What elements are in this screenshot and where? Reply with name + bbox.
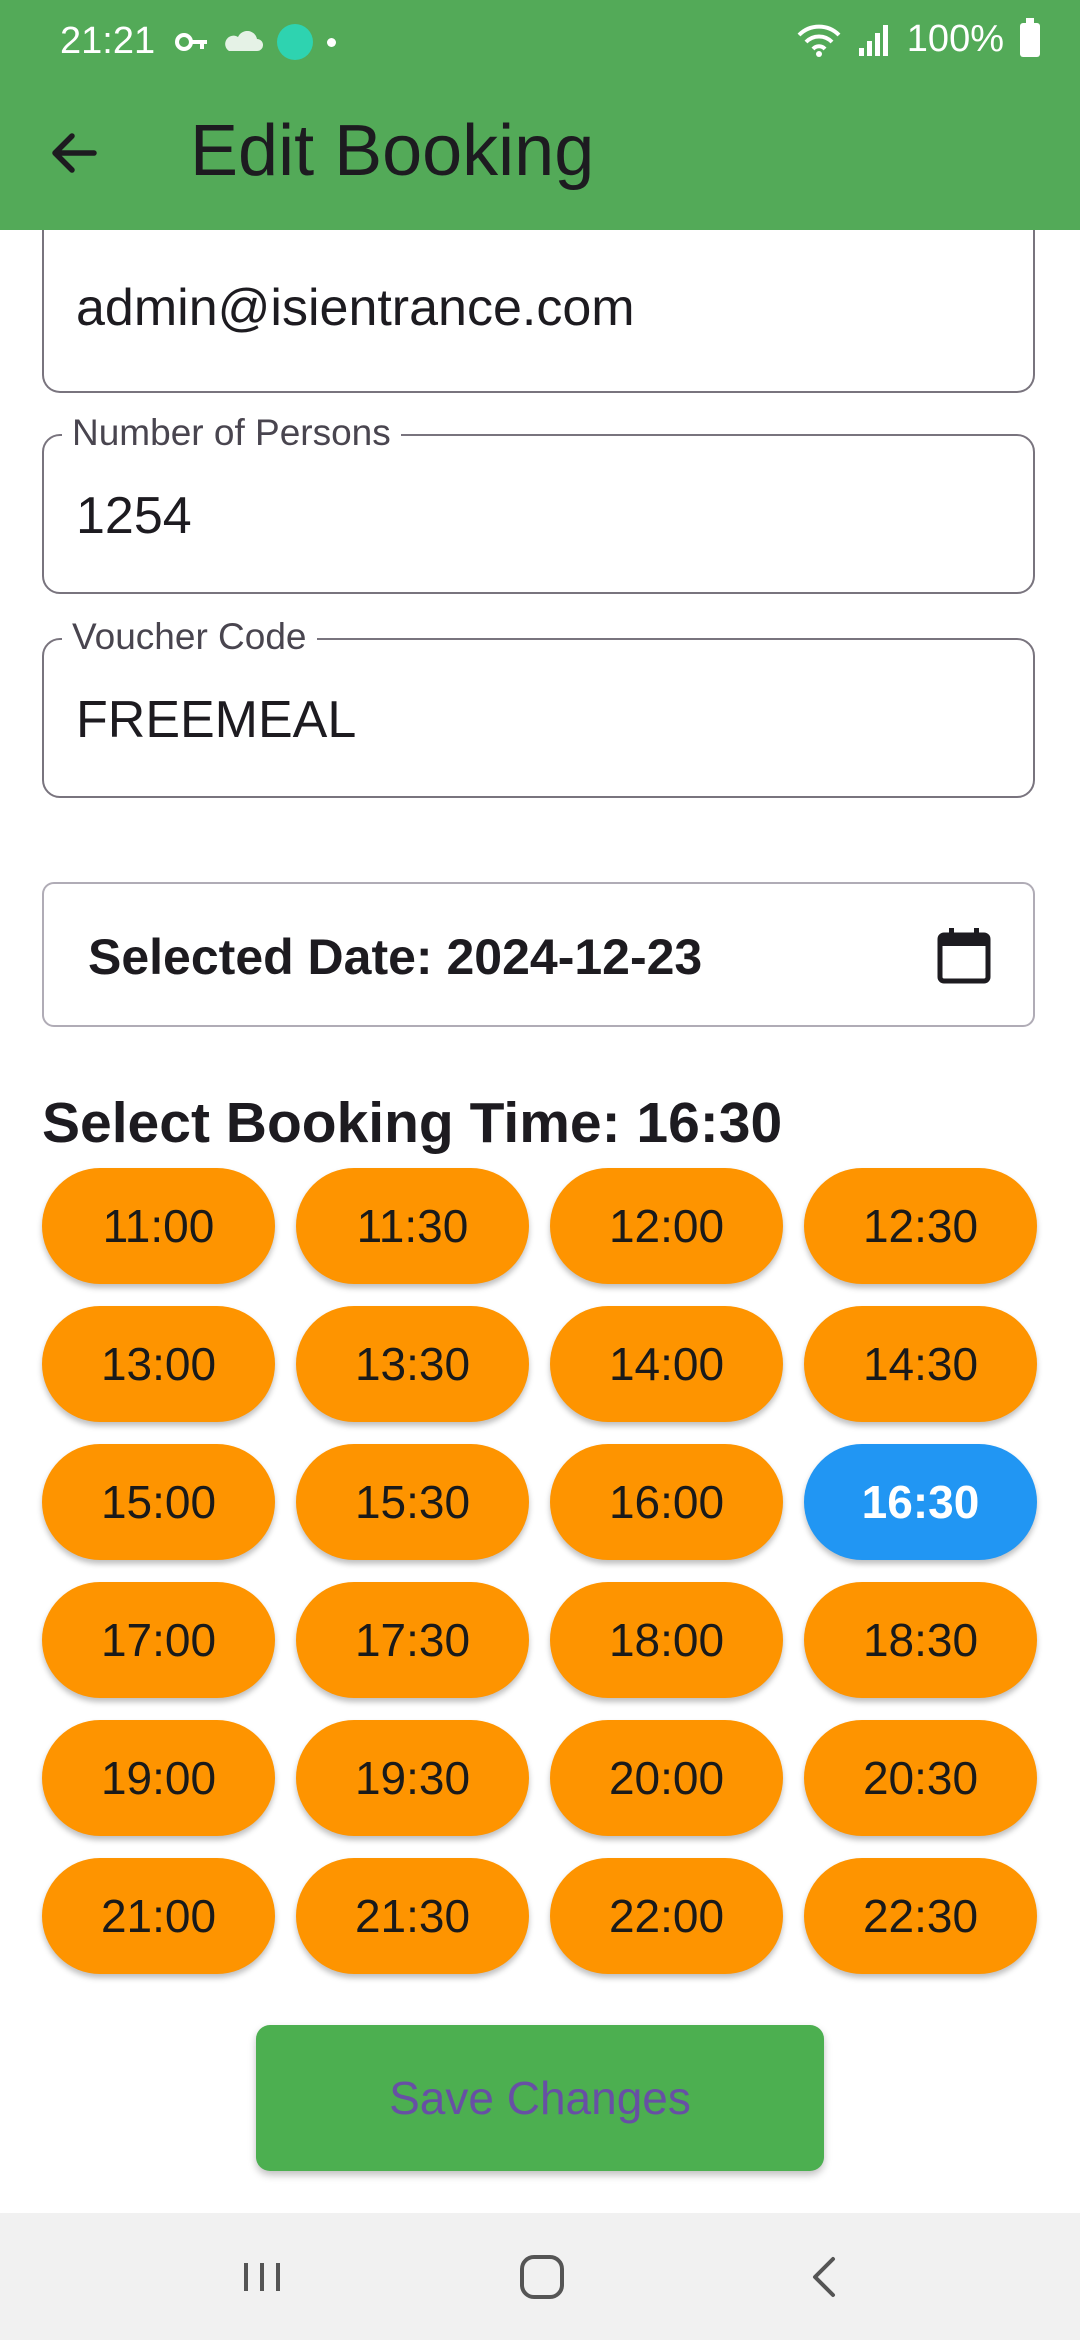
time-slot[interactable]: 15:30 bbox=[296, 1444, 529, 1560]
home-icon[interactable] bbox=[512, 2251, 572, 2303]
time-slot[interactable]: 22:00 bbox=[550, 1858, 783, 1974]
time-slot[interactable]: 18:00 bbox=[550, 1582, 783, 1698]
time-slot[interactable]: 20:30 bbox=[804, 1720, 1037, 1836]
key-icon bbox=[175, 33, 207, 51]
vpn-icon bbox=[277, 24, 313, 60]
time-slot[interactable]: 17:30 bbox=[296, 1582, 529, 1698]
dot-icon bbox=[327, 37, 336, 47]
email-value[interactable]: admin@isientrance.com bbox=[76, 278, 635, 338]
persons-field[interactable]: Number of Persons 1254 bbox=[42, 412, 1035, 594]
status-time: 21:21 bbox=[60, 20, 156, 62]
voucher-value[interactable]: FREEMEAL bbox=[76, 690, 356, 750]
time-slot-selected[interactable]: 16:30 bbox=[804, 1444, 1037, 1560]
time-slot[interactable]: 22:30 bbox=[804, 1858, 1037, 1974]
time-slot[interactable]: 14:00 bbox=[550, 1306, 783, 1422]
time-slot[interactable]: 19:00 bbox=[42, 1720, 275, 1836]
time-slot[interactable]: 13:30 bbox=[296, 1306, 529, 1422]
signal-icon bbox=[858, 24, 888, 56]
time-slot[interactable]: 14:30 bbox=[804, 1306, 1037, 1422]
selected-date-label: Selected Date: 2024-12-23 bbox=[88, 929, 703, 985]
time-slot[interactable]: 17:00 bbox=[42, 1582, 275, 1698]
battery-icon bbox=[1020, 17, 1040, 57]
time-slot[interactable]: 20:00 bbox=[550, 1720, 783, 1836]
voucher-label: Voucher Code bbox=[62, 616, 317, 658]
calendar-icon[interactable] bbox=[937, 926, 991, 984]
time-slot[interactable]: 15:00 bbox=[42, 1444, 275, 1560]
recent-apps-icon[interactable] bbox=[232, 2251, 292, 2303]
back-icon[interactable] bbox=[795, 2251, 855, 2303]
email-field[interactable]: admin@isientrance.com bbox=[42, 230, 1035, 393]
status-right: 100% bbox=[797, 17, 1040, 61]
battery-percentage: 100% bbox=[906, 18, 1004, 60]
time-slot[interactable]: 12:00 bbox=[550, 1168, 783, 1284]
cloud-icon bbox=[225, 31, 263, 51]
booking-time-heading: Select Booking Time: 16:30 bbox=[42, 1091, 783, 1155]
page-title: Edit Booking bbox=[190, 111, 595, 191]
system-nav-bar bbox=[0, 2213, 1080, 2340]
time-slot[interactable]: 21:00 bbox=[42, 1858, 275, 1974]
status-notification-icons bbox=[175, 24, 336, 60]
time-slot[interactable]: 21:30 bbox=[296, 1858, 529, 1974]
wifi-icon bbox=[797, 24, 841, 57]
date-picker[interactable]: Selected Date: 2024-12-23 bbox=[42, 882, 1035, 1027]
time-slot[interactable]: 18:30 bbox=[804, 1582, 1037, 1698]
save-changes-button[interactable]: Save Changes bbox=[256, 2025, 824, 2171]
time-slot[interactable]: 13:00 bbox=[42, 1306, 275, 1422]
persons-value[interactable]: 1254 bbox=[76, 486, 192, 546]
status-bar: 21:21 100% bbox=[0, 0, 1080, 88]
arrow-left-icon[interactable] bbox=[46, 125, 102, 181]
time-slot-grid: 11:00 11:30 12:00 12:30 13:00 13:30 14:0… bbox=[42, 1168, 1038, 1974]
time-slot[interactable]: 11:00 bbox=[42, 1168, 275, 1284]
app-bar: 21:21 100% Edit Booking bbox=[0, 0, 1080, 230]
time-slot[interactable]: 19:30 bbox=[296, 1720, 529, 1836]
voucher-field[interactable]: Voucher Code FREEMEAL bbox=[42, 616, 1035, 798]
time-slot[interactable]: 16:00 bbox=[550, 1444, 783, 1560]
time-slot[interactable]: 11:30 bbox=[296, 1168, 529, 1284]
persons-label: Number of Persons bbox=[62, 412, 401, 454]
time-slot[interactable]: 12:30 bbox=[804, 1168, 1037, 1284]
